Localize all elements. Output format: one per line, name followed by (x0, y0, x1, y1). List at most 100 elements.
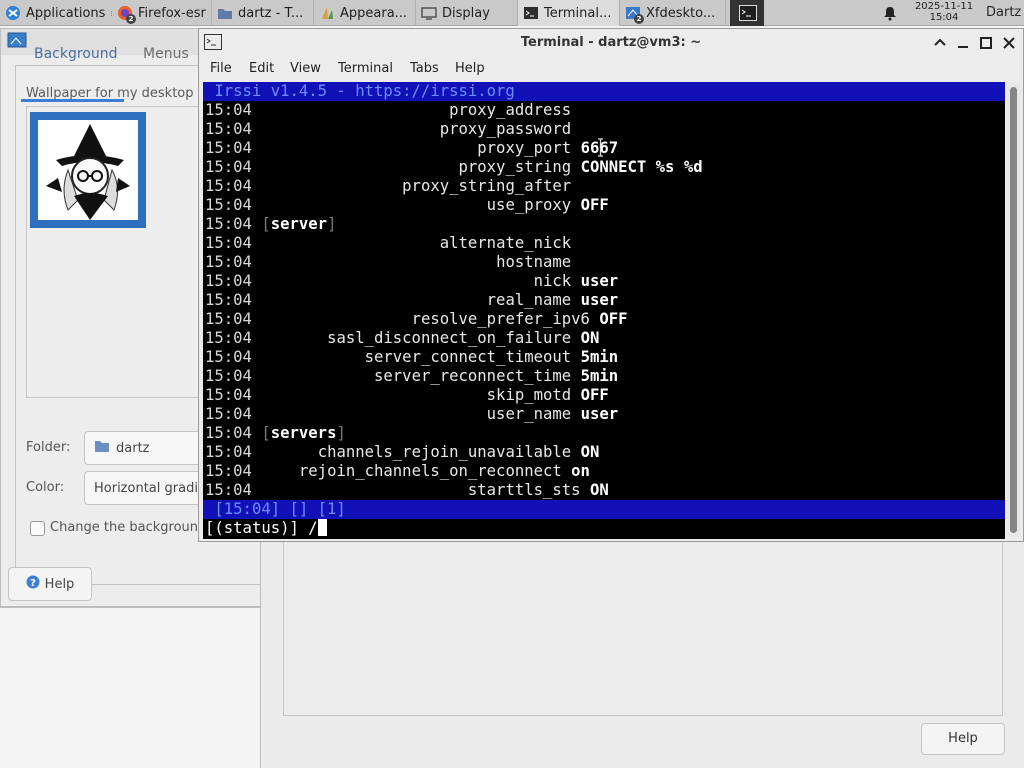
clock[interactable]: 2025-11-11 15:04 (908, 1, 980, 23)
window-count-badge: 2 (634, 14, 644, 24)
terminal-line: 15:04 proxy_string_after (203, 177, 1005, 196)
terminal-line: 15:04 server_connect_timeout 5min (203, 348, 1005, 367)
setting-key: rejoin_channels_on_reconnect (298, 462, 562, 480)
terminal-line: 15:04 proxy_password (203, 120, 1005, 139)
terminal-line: 15:04 proxy_string CONNECT %s %d (203, 158, 1005, 177)
terminal-line: 15:04 [servers] (203, 424, 1005, 443)
setting-key: proxy_string (458, 158, 572, 176)
setting-key: proxy_password (439, 120, 572, 138)
timestamp: 15:04 (205, 158, 252, 176)
setting-value: user (580, 291, 619, 309)
setting-key: alternate_nick (439, 234, 572, 252)
setting-value: user (580, 405, 619, 423)
top-panel: Applications ≡ 2 Firefox-esr dartz - T..… (0, 0, 1024, 26)
applications-label: Applications (26, 5, 106, 21)
terminal-line: 15:04 [server] (203, 215, 1005, 234)
scrollbar-thumb[interactable] (1010, 87, 1017, 533)
terminal-line: 15:04 use_proxy OFF (203, 196, 1005, 215)
timestamp: 15:04 (205, 329, 252, 347)
task-file-manager[interactable]: dartz - T... (212, 0, 314, 26)
terminal-line: 15:04 skip_motd OFF (203, 386, 1005, 405)
clock-time: 15:04 (929, 12, 959, 23)
folder-value: dartz (116, 440, 150, 456)
display-icon (421, 5, 437, 21)
timestamp: 15:04 (205, 139, 252, 157)
tab-background[interactable]: Background (34, 46, 118, 62)
task-terminal[interactable]: Terminal... (518, 0, 620, 26)
xfdesktop-icon: 2 (625, 5, 644, 24)
terminal-titlebar[interactable]: Terminal - dartz@vm3: ~ (199, 29, 1023, 57)
setting-value: on (571, 462, 590, 480)
task-appearance[interactable]: Appeara... (314, 0, 416, 26)
window-border (0, 606, 262, 607)
menu-help[interactable]: Help (455, 61, 485, 76)
text-cursor (317, 519, 327, 536)
terminal-window: Terminal - dartz@vm3: ~ File Edit View T… (198, 28, 1024, 542)
alignment-padding (261, 139, 477, 157)
menu-file[interactable]: File (210, 61, 232, 76)
irssi-input-line[interactable]: [(status)] / (203, 519, 1005, 538)
user-menu[interactable]: Dartz (986, 0, 1021, 26)
folder-icon (217, 5, 233, 21)
task-firefox[interactable]: 2 Firefox-esr (112, 0, 212, 26)
wallpaper-thumbnail[interactable] (30, 112, 146, 228)
setting-key: nick (533, 272, 572, 290)
setting-key: proxy_string_after (402, 177, 572, 195)
menu-tabs[interactable]: Tabs (410, 61, 439, 76)
timestamp: 15:04 (205, 291, 252, 309)
terminal-line: 15:04 server_reconnect_time 5min (203, 367, 1005, 386)
help-label: Help (44, 576, 75, 592)
terminal-line: 15:04 real_name user (203, 291, 1005, 310)
timestamp: 15:04 (205, 234, 252, 252)
terminal-icon (523, 5, 539, 21)
terminal-line: 15:04 rejoin_channels_on_reconnect on (203, 462, 1005, 481)
setting-key: real_name (486, 291, 572, 309)
task-display[interactable]: Display (416, 0, 518, 26)
appearance-help-button[interactable]: ? Help (8, 567, 92, 601)
launcher-terminal[interactable] (730, 0, 764, 26)
alignment-padding (261, 348, 364, 366)
terminal-line: 15:04 hostname (203, 253, 1005, 272)
alignment-padding (261, 481, 468, 499)
timestamp: 15:04 (205, 405, 252, 423)
prompt-text: [(status)] / (205, 519, 318, 537)
maximize-button[interactable] (977, 34, 995, 52)
bell-icon (882, 5, 898, 21)
setting-value: ON (580, 329, 600, 347)
setting-key: user_name (486, 405, 572, 423)
setting-value: CONNECT %s %d (580, 158, 703, 176)
color-label: Color: (26, 480, 65, 495)
timestamp: 15:04 (205, 310, 252, 328)
appearance-icon (319, 5, 335, 21)
terminal-scrollbar[interactable] (1007, 83, 1021, 537)
setting-key: channels_rejoin_unavailable (317, 443, 572, 461)
shade-button[interactable] (931, 34, 949, 52)
terminal-line: 15:04 user_name user (203, 405, 1005, 424)
section-bracket: ] (327, 215, 337, 233)
notifications-button[interactable] (878, 0, 902, 26)
section-bracket: ] (336, 424, 346, 442)
background-window: Help (260, 540, 1024, 768)
setting-key: resolve_prefer_ipv6 (411, 310, 590, 328)
timestamp: 15:04 (205, 272, 252, 290)
alignment-padding (261, 158, 458, 176)
change-background-checkbox[interactable] (30, 521, 45, 536)
appearance-window-icon (7, 32, 27, 54)
timestamp: 15:04 (205, 101, 252, 119)
section-name: servers (270, 424, 337, 442)
tab-menus[interactable]: Menus (143, 46, 189, 62)
mouse-ibeam-icon (597, 138, 604, 157)
alignment-padding (261, 329, 327, 347)
firefox-icon: 2 (117, 5, 136, 24)
help-button[interactable]: Help (921, 723, 1005, 755)
terminal-screen[interactable]: Irssi v1.4.5 - https://irssi.org 15:04 p… (203, 82, 1005, 539)
minimize-button[interactable] (954, 34, 972, 52)
task-xfdesktop[interactable]: 2 Xfdeskto... (620, 0, 726, 26)
close-button[interactable] (1000, 34, 1018, 52)
menu-edit[interactable]: Edit (249, 61, 274, 76)
menu-terminal[interactable]: Terminal (338, 61, 393, 76)
menu-view[interactable]: View (290, 61, 321, 76)
wallpaper-image (46, 124, 130, 220)
task-label: Appeara... (340, 5, 408, 21)
applications-menu[interactable]: Applications ≡ (0, 0, 112, 26)
